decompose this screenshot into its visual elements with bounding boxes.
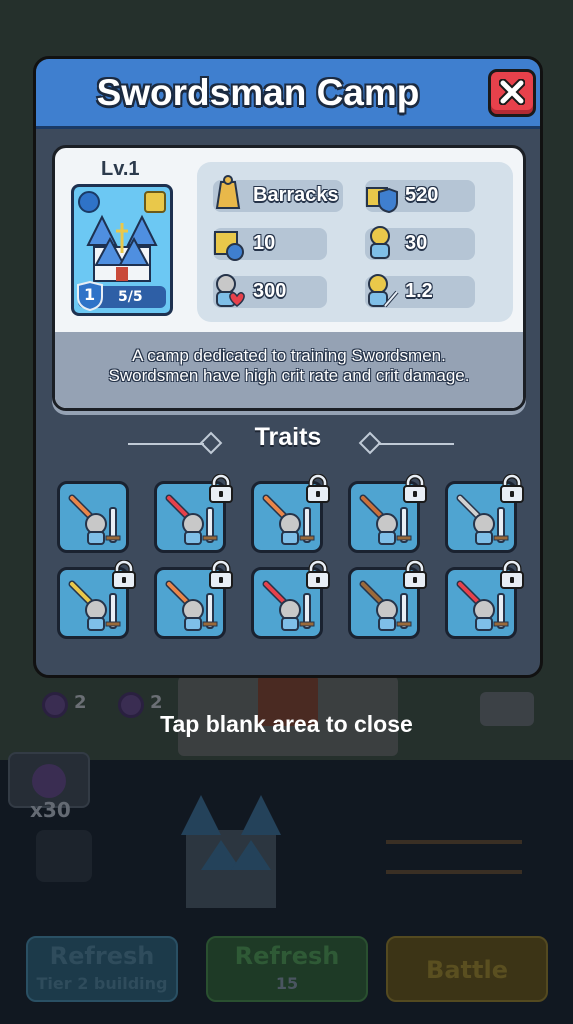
castle-shield-icon xyxy=(366,187,398,214)
trait-tile[interactable] xyxy=(348,559,427,639)
lock-icon xyxy=(110,559,138,594)
stats-box: Barracks 520 10 30 300 1.2 xyxy=(197,162,513,322)
stat-capacity: 30 xyxy=(365,226,475,260)
trait-tile[interactable] xyxy=(57,559,136,639)
description-line: Swordsmen have high crit rate and crit d… xyxy=(108,366,470,385)
trait-tile[interactable] xyxy=(251,559,330,639)
level-label: Lv.1 xyxy=(101,158,140,180)
traits-title: Traits xyxy=(254,423,322,451)
barracks-bell-icon xyxy=(215,175,241,209)
stat-value: 30 xyxy=(405,232,428,254)
stat-value: 10 xyxy=(253,232,276,254)
stat-value: 300 xyxy=(253,280,287,302)
multiplier-label: x30 xyxy=(30,798,71,822)
battle-label: Battle xyxy=(426,956,508,984)
stat-attack: 1.2 xyxy=(365,274,475,308)
traits-divider-right xyxy=(378,443,454,445)
building-info-panel: Lv.1 1 5/5 Barracks 520 10 30 300 1.2 A … xyxy=(52,145,526,411)
lock-icon xyxy=(207,559,235,594)
refresh-cost-button[interactable]: Refresh 15 xyxy=(206,936,368,1002)
trait-tile[interactable] xyxy=(251,473,330,553)
battle-button[interactable]: Battle xyxy=(386,936,548,1002)
stat-health: 300 xyxy=(213,274,327,308)
fence xyxy=(386,840,522,874)
tier-number: 1 xyxy=(84,285,96,304)
refresh-label: Refresh xyxy=(49,942,155,970)
stat-value: 1.2 xyxy=(405,280,433,302)
tap-to-close-hint[interactable]: Tap blank area to close xyxy=(0,711,573,738)
soldier-group-icon xyxy=(370,226,390,259)
stat-spawn-time: 10 xyxy=(213,228,327,261)
trait-tile[interactable] xyxy=(154,559,233,639)
building-info-dialog: Swordsman Camp Lv.1 1 5/5 Barracks 520 1… xyxy=(33,56,543,678)
refresh-label: Refresh xyxy=(234,942,340,970)
castle-tower-icon xyxy=(181,795,281,908)
trait-tile[interactable] xyxy=(445,473,524,553)
castle-timer-icon xyxy=(214,231,244,261)
soldier-sword-icon xyxy=(368,274,399,308)
dialog-header: Swordsman Camp xyxy=(36,59,540,129)
refresh-cost: 15 xyxy=(275,974,299,993)
lock-icon xyxy=(498,559,526,594)
stat-hp: 520 xyxy=(365,180,475,214)
coin-count: 2 xyxy=(150,692,163,713)
tier-building-label: Tier 2 building xyxy=(36,974,168,993)
gem-coin-icon xyxy=(32,764,66,798)
soldier-heart-icon xyxy=(216,274,245,307)
refresh-tier-button[interactable]: Refresh Tier 2 building xyxy=(26,936,178,1002)
sword-attack-trait-icon xyxy=(68,494,121,545)
trait-tile[interactable] xyxy=(348,473,427,553)
stat-building-type: Barracks xyxy=(213,175,343,212)
trait-tile[interactable] xyxy=(154,473,233,553)
lock-icon xyxy=(401,559,429,594)
close-button[interactable] xyxy=(488,69,536,117)
dialog-title: Swordsman Camp xyxy=(96,72,420,113)
lock-icon xyxy=(304,473,332,508)
lock-icon xyxy=(207,473,235,508)
trait-tile[interactable] xyxy=(445,559,524,639)
stat-value: 520 xyxy=(405,184,439,206)
card-count: 5/5 xyxy=(118,289,143,305)
description-line: A camp dedicated to training Swordsmen. xyxy=(132,346,446,365)
empty-slot[interactable] xyxy=(36,830,92,882)
lock-icon xyxy=(401,473,429,508)
lock-icon xyxy=(498,473,526,508)
building-card: 1 5/5 xyxy=(71,184,173,316)
lock-icon xyxy=(304,559,332,594)
stat-value: Barracks xyxy=(253,184,339,206)
close-icon xyxy=(499,79,525,105)
building-description: A camp dedicated to training Swordsmen. … xyxy=(55,332,523,408)
trait-tile[interactable] xyxy=(57,481,129,553)
castle-icon xyxy=(86,214,158,282)
coin-count: 2 xyxy=(74,692,87,713)
